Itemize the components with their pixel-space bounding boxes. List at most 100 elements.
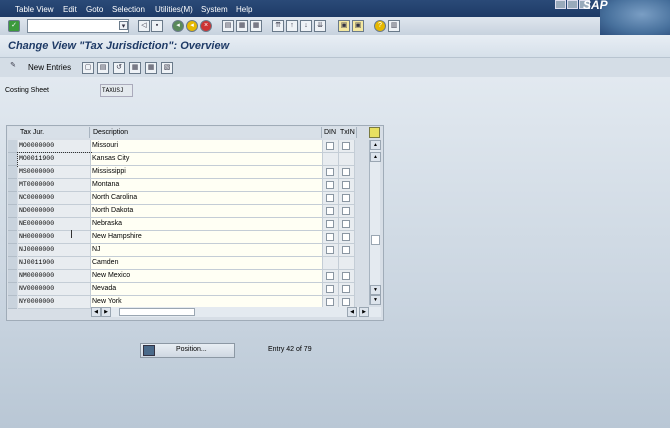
description-cell[interactable]: Kansas City	[91, 153, 323, 166]
last-page-icon[interactable]: ⇊	[314, 20, 326, 32]
scroll-up-icon[interactable]: ▲	[370, 140, 381, 150]
din-checkbox[interactable]	[326, 298, 334, 306]
layout-menu-icon[interactable]: ▥	[388, 20, 400, 32]
tax-jur-cell[interactable]: NE0000000	[18, 218, 91, 231]
undo-change-icon[interactable]: ↺	[113, 62, 125, 74]
scroll-left-icon[interactable]: ◀	[91, 307, 101, 317]
row-selector[interactable]	[8, 244, 17, 257]
command-field[interactable]	[27, 19, 129, 33]
page-left-icon[interactable]: ◀	[347, 307, 357, 317]
txin-checkbox[interactable]	[342, 181, 350, 189]
description-cell[interactable]: Missouri	[91, 140, 323, 153]
tax-jur-cell[interactable]: MS0000000	[18, 166, 91, 179]
din-checkbox[interactable]	[326, 285, 334, 293]
delete-icon[interactable]: ▤	[97, 62, 109, 74]
column-settings-icon[interactable]	[369, 127, 380, 138]
page-down-icon[interactable]: ▼	[370, 285, 381, 295]
row-selector[interactable]	[8, 296, 17, 309]
scroll-down-icon[interactable]: ▼	[370, 295, 381, 305]
column-header-txin[interactable]: TxIN	[338, 127, 357, 138]
txin-checkbox[interactable]	[342, 168, 350, 176]
row-selector[interactable]	[8, 179, 17, 192]
maximize-icon[interactable]	[567, 0, 578, 9]
find-next-icon[interactable]: ▦	[250, 20, 262, 32]
txin-checkbox[interactable]	[342, 142, 350, 150]
row-selector[interactable]	[8, 140, 17, 153]
row-selector[interactable]	[8, 231, 17, 244]
create-session-icon[interactable]: ▣	[338, 20, 350, 32]
txin-checkbox[interactable]	[342, 220, 350, 228]
description-cell[interactable]: North Carolina	[91, 192, 323, 205]
description-cell[interactable]: New Hampshire	[91, 231, 323, 244]
tax-jur-cell[interactable]: MO0000000	[18, 140, 91, 153]
description-cell[interactable]: Nebraska	[91, 218, 323, 231]
deselect-all-icon[interactable]: ▧	[161, 62, 173, 74]
din-checkbox[interactable]	[326, 194, 334, 202]
din-checkbox[interactable]	[326, 181, 334, 189]
row-selector[interactable]	[8, 166, 17, 179]
txin-checkbox[interactable]	[342, 298, 350, 306]
menu-edit[interactable]: Edit	[63, 5, 77, 14]
tax-jur-cell[interactable]: NJ0011900	[18, 257, 91, 270]
save-icon[interactable]: ▪	[151, 20, 163, 32]
copy-as-icon[interactable]: ▢	[82, 62, 94, 74]
new-entries-button[interactable]: New Entries	[28, 63, 71, 72]
row-selector[interactable]	[8, 270, 17, 283]
description-cell[interactable]: Camden	[91, 257, 323, 270]
txin-checkbox[interactable]	[342, 194, 350, 202]
scroll-right-small-icon[interactable]: ▶	[101, 307, 111, 317]
tax-jur-cell[interactable]: NY0000000	[18, 296, 91, 309]
txin-checkbox[interactable]	[342, 272, 350, 280]
back-arrow-icon[interactable]: ◁	[138, 20, 150, 32]
tax-jur-cell[interactable]: MT0000000	[18, 179, 91, 192]
description-cell[interactable]: North Dakota	[91, 205, 323, 218]
tax-jur-cell[interactable]: NJ0000000	[18, 244, 91, 257]
tax-jur-cell[interactable]: NV0000000	[18, 283, 91, 296]
row-selector[interactable]	[8, 257, 17, 270]
row-selector[interactable]	[8, 205, 17, 218]
description-cell[interactable]: Nevada	[91, 283, 323, 296]
page-up-icon[interactable]: ▲	[370, 152, 381, 162]
display-change-icon[interactable]: ✎	[8, 61, 18, 71]
tax-jur-cell[interactable]: NC0000000	[18, 192, 91, 205]
din-checkbox[interactable]	[326, 272, 334, 280]
din-checkbox[interactable]	[326, 207, 334, 215]
menu-table-view[interactable]: Table View	[15, 5, 54, 14]
position-button[interactable]: Position...	[140, 343, 235, 358]
txin-checkbox[interactable]	[342, 246, 350, 254]
previous-page-icon[interactable]: ↑	[286, 20, 298, 32]
menu-selection[interactable]: Selection	[112, 5, 145, 14]
din-checkbox[interactable]	[326, 142, 334, 150]
description-cell[interactable]: New Mexico	[91, 270, 323, 283]
select-all-icon[interactable]: ▦	[129, 62, 141, 74]
help-icon[interactable]: ?	[374, 20, 386, 32]
tax-jur-cell[interactable]: ND0000000	[18, 205, 91, 218]
command-dropdown-icon[interactable]: ▾	[119, 21, 128, 30]
menu-system[interactable]: System	[201, 5, 228, 14]
tax-jur-cell[interactable]: NH0000000	[18, 231, 91, 244]
description-cell[interactable]: Montana	[91, 179, 323, 192]
enter-icon[interactable]: ✓	[8, 20, 20, 32]
column-header-tax-jur[interactable]: Tax Jur.	[18, 127, 90, 138]
txin-checkbox[interactable]	[342, 233, 350, 241]
scroll-right-icon[interactable]: ▶	[359, 307, 369, 317]
cancel-icon[interactable]: ×	[200, 20, 212, 32]
horizontal-scrollbar[interactable]: ◀ ▶ ◀ ▶	[91, 307, 381, 317]
menu-goto[interactable]: Goto	[86, 5, 103, 14]
column-header-din[interactable]: DIN	[322, 127, 339, 138]
row-selector[interactable]	[8, 192, 17, 205]
minimize-icon[interactable]	[555, 0, 566, 9]
exit-icon[interactable]: ◂	[186, 20, 198, 32]
description-cell[interactable]: Mississippi	[91, 166, 323, 179]
horizontal-scroll-thumb[interactable]	[119, 308, 195, 316]
print-icon[interactable]: ▤	[222, 20, 234, 32]
first-page-icon[interactable]: ⇈	[272, 20, 284, 32]
vertical-scroll-thumb[interactable]	[371, 235, 380, 245]
din-checkbox[interactable]	[326, 233, 334, 241]
find-icon[interactable]: ▦	[236, 20, 248, 32]
din-checkbox[interactable]	[326, 168, 334, 176]
menu-help[interactable]: Help	[236, 5, 252, 14]
row-selector[interactable]	[8, 218, 17, 231]
tax-jur-cell[interactable]: MO0011900	[17, 152, 92, 167]
back-icon[interactable]: ◂	[172, 20, 184, 32]
